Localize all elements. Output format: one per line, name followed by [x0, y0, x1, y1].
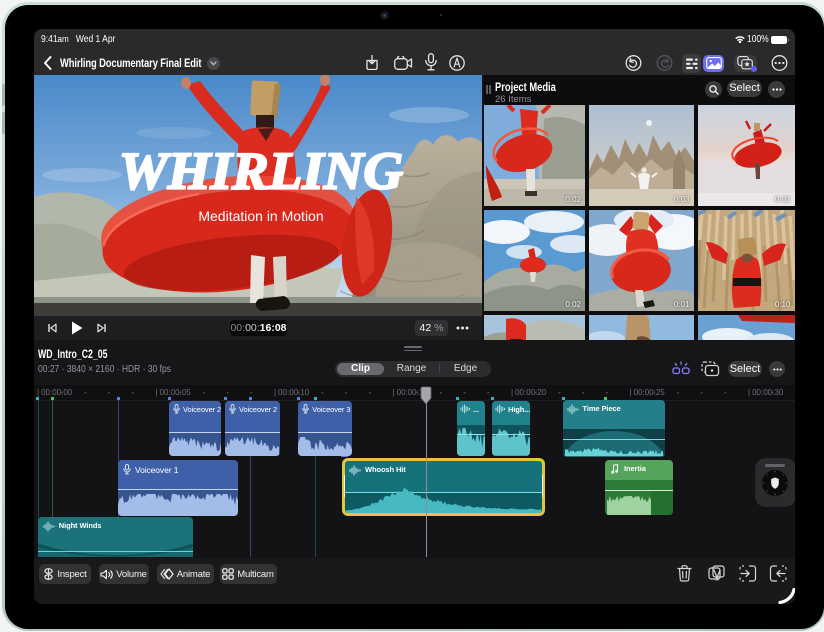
svg-text:Meditation in Motion: Meditation in Motion — [198, 208, 323, 224]
svg-text:WHIRLING: WHIRLING — [119, 141, 403, 200]
